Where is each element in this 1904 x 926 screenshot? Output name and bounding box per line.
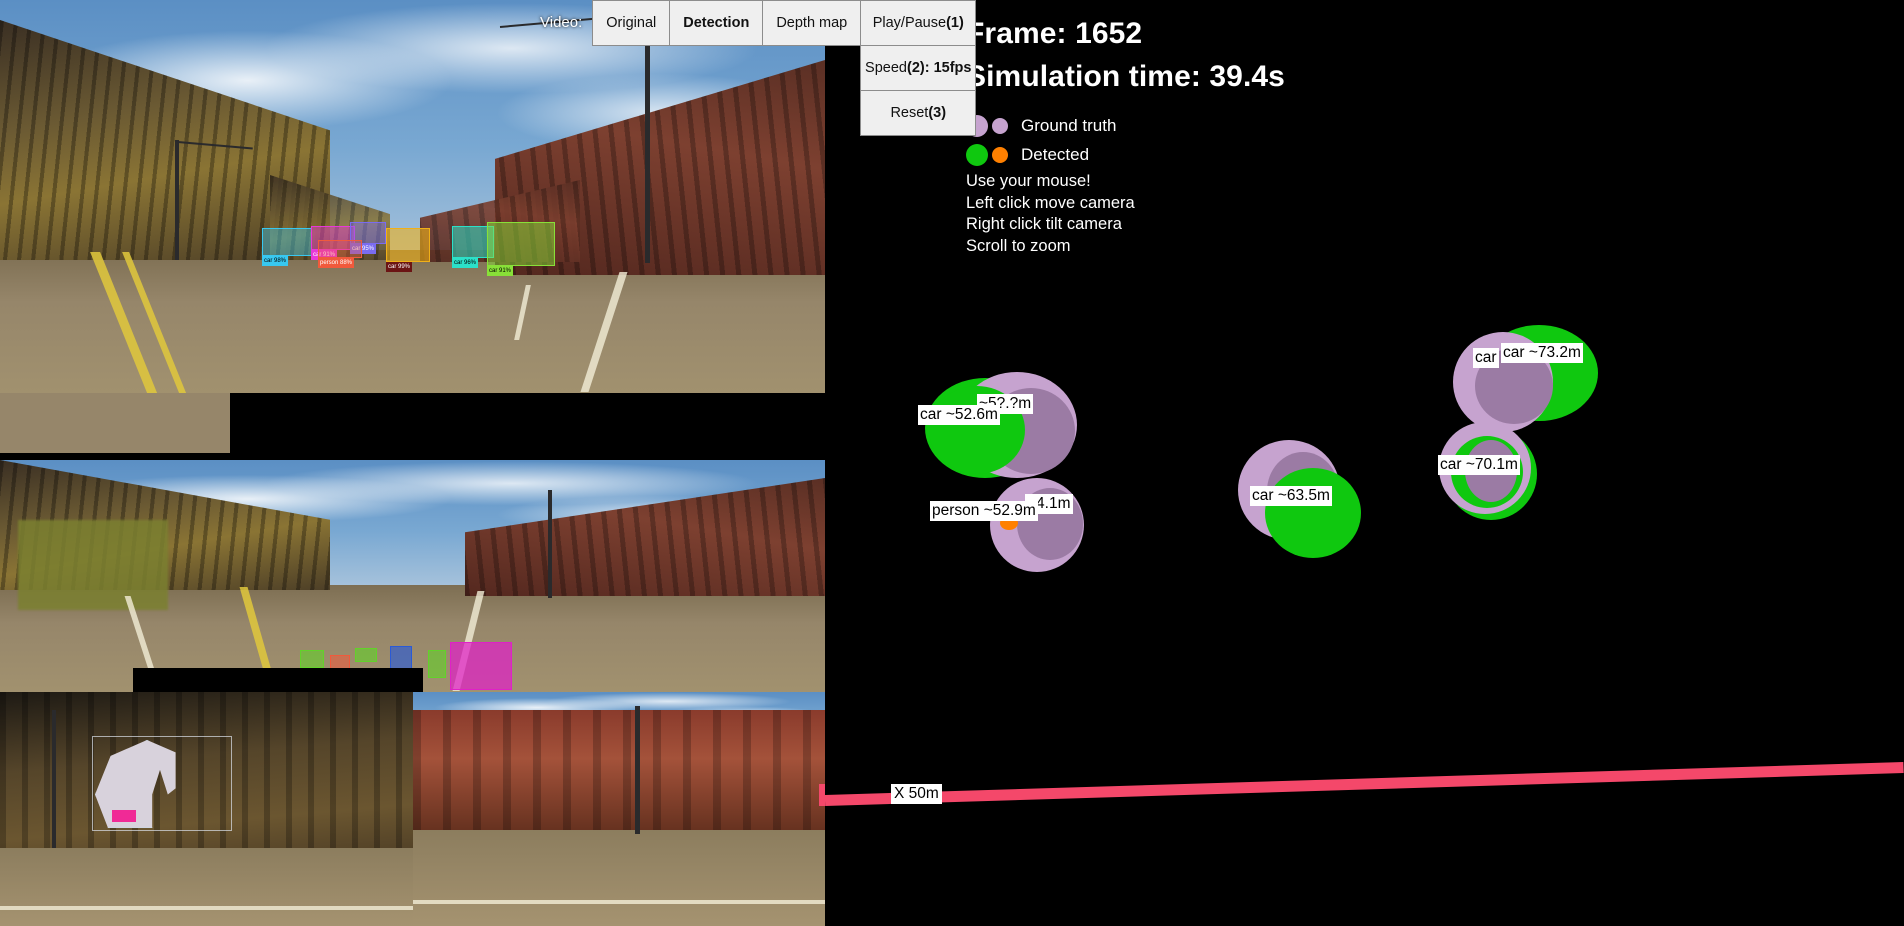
detection-box	[300, 650, 324, 668]
detection-label: car 91%	[487, 266, 514, 276]
legend-label-ground-truth: Ground truth	[1021, 115, 1117, 135]
detection-label: car 96%	[452, 258, 479, 268]
road-surface	[413, 830, 825, 926]
road-surface	[0, 848, 413, 926]
playback-controls: Play/Pause (1) Speed (2): 15fps Reset (3…	[860, 0, 977, 136]
reset-label: Reset	[890, 105, 929, 121]
street-light-pole	[635, 706, 640, 834]
depth-highlight	[112, 810, 136, 822]
speed-value: : 15fps	[924, 60, 972, 76]
street-scene-mid	[0, 460, 825, 695]
speed-key: (2)	[906, 60, 925, 76]
tab-original[interactable]: Original	[592, 0, 671, 46]
object-tag-car-73-2: car ~73.2m	[1501, 343, 1583, 363]
detected-large-dot-icon	[966, 143, 988, 166]
video-source-label: Video:	[540, 14, 583, 31]
axis-x-line	[825, 762, 1904, 806]
help-line-1: Use your mouse!	[966, 172, 1091, 190]
detected-blob	[1265, 468, 1361, 558]
simulation-time: Simulation time: 39.4s	[966, 60, 1285, 93]
hud-overlay: Frame: 1652 Simulation time: 39.4s Groun…	[966, 12, 1285, 257]
green-artifact	[18, 520, 168, 610]
detection-box	[450, 642, 512, 690]
video-panel-left-camera[interactable]	[0, 692, 413, 926]
reset-button[interactable]: Reset (3)	[860, 90, 977, 136]
detection-box: car 99%	[386, 228, 430, 272]
object-tag-car-52-6: car ~52.6m	[918, 405, 1000, 425]
reset-key: (3)	[928, 105, 947, 121]
detection-box: car 98%	[262, 228, 312, 266]
detection-box	[355, 648, 377, 662]
object-tag-hidden-3: car	[1473, 348, 1499, 368]
help-line-3: Right click tilt camera	[966, 215, 1122, 233]
speed-label: Speed	[865, 60, 907, 76]
lane-marking	[413, 900, 825, 904]
detection-box: person 88%	[318, 240, 362, 268]
video-panel-front-camera-wide[interactable]	[0, 460, 825, 695]
legend-label-detected: Detected	[1021, 144, 1090, 164]
object-tag-car-70-1: car ~70.1m	[1438, 455, 1520, 475]
three-d-viewport[interactable]: Frame: 1652 Simulation time: 39.4s Groun…	[825, 0, 1904, 926]
frame-counter: Frame: 1652	[966, 17, 1143, 50]
help-line-4: Scroll to zoom	[966, 236, 1071, 255]
tab-depth-map[interactable]: Depth map	[762, 0, 862, 46]
axis-x-label: X 50m	[891, 784, 942, 804]
legend: Ground truth Detected	[966, 111, 1285, 169]
mouse-instructions: Use your mouse! Left click move camera R…	[966, 171, 1285, 257]
object-tag-car-63-5: car ~63.5m	[1250, 486, 1332, 506]
detection-box	[428, 650, 446, 678]
street-light-pole-left	[175, 140, 179, 260]
street-light-pole	[52, 710, 56, 848]
play-pause-label: Play/Pause	[872, 15, 947, 31]
video-column: car 98% car 91% car 95% person 88% car 9…	[0, 0, 825, 926]
tab-detection[interactable]: Detection	[669, 0, 764, 46]
detection-label: person 88%	[318, 258, 355, 268]
play-pause-key: (1)	[946, 15, 964, 31]
detection-label: car 99%	[386, 262, 413, 272]
legend-row-detected: Detected	[966, 140, 1285, 169]
row-houses	[413, 710, 825, 832]
road-continuation	[0, 393, 230, 453]
ground-truth-small-dot-icon	[992, 117, 1008, 134]
detection-box	[330, 655, 350, 669]
speed-button[interactable]: Speed (2): 15fps	[860, 45, 977, 91]
detection-box: car 91%	[487, 222, 555, 276]
help-line-2: Left click move camera	[966, 193, 1135, 212]
video-panel-right-camera[interactable]	[413, 692, 825, 926]
object-tag-person-52-9: person ~52.9m	[930, 501, 1038, 521]
street-light-pole	[548, 490, 552, 598]
street-scene-right	[413, 692, 825, 926]
detected-small-dot-icon	[992, 146, 1008, 163]
play-pause-button[interactable]: Play/Pause (1)	[860, 0, 977, 46]
video-controls: Video: Original Detection Depth map Play…	[540, 0, 977, 136]
camera-hood-mask	[133, 668, 423, 695]
detection-label: car 98%	[262, 256, 289, 266]
lane-marking	[0, 906, 413, 910]
legend-swatches	[966, 143, 1013, 166]
street-scene-left	[0, 692, 413, 926]
legend-row-ground-truth: Ground truth	[966, 111, 1285, 140]
